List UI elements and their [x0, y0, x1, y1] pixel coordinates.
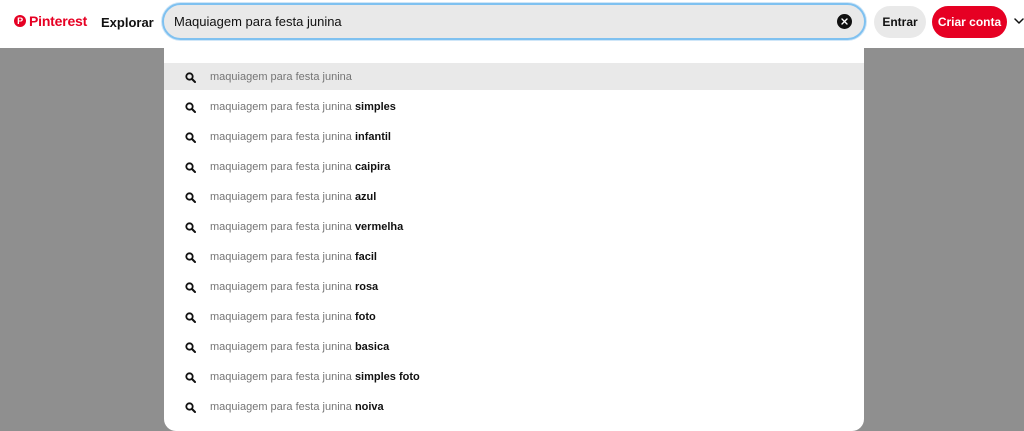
suggestion-prefix: maquiagem para festa junina [210, 190, 352, 203]
suggestion-item[interactable]: maquiagem para festa junina infantil [164, 123, 864, 150]
chevron-down-icon[interactable] [1013, 14, 1024, 28]
clear-search-icon[interactable] [837, 14, 852, 29]
logo-text: Pinterest [29, 13, 88, 29]
suggestion-suffix: simples [354, 100, 396, 113]
suggestion-prefix: maquiagem para festa junina [210, 130, 352, 143]
search-icon [185, 100, 197, 113]
search-suggestions-dropdown: maquiagem para festa junina maquiagem par… [164, 48, 864, 431]
suggestion-item[interactable]: maquiagem para festa junina azul [164, 183, 864, 210]
suggestion-item[interactable]: maquiagem para festa junina facil [164, 243, 864, 270]
suggestion-suffix: vermelha [354, 220, 404, 233]
search-icon [185, 70, 197, 83]
suggestion-text: maquiagem para festa junina azul [210, 191, 376, 203]
pinterest-icon: P [14, 15, 26, 27]
suggestion-text: maquiagem para festa junina caipira [210, 161, 390, 173]
search-icon [185, 130, 197, 143]
suggestion-suffix: infantil [354, 130, 391, 143]
suggestion-text: maquiagem para festa junina rosa [210, 281, 378, 293]
suggestion-suffix: facil [354, 250, 377, 263]
search-icon [185, 160, 197, 173]
search-icon [185, 400, 197, 413]
suggestion-text: maquiagem para festa junina simples [210, 101, 396, 113]
suggestion-item[interactable]: maquiagem para festa junina caipira [164, 153, 864, 180]
suggestion-prefix: maquiagem para festa junina [210, 280, 352, 293]
suggestion-item[interactable]: maquiagem para festa junina noiva [164, 393, 864, 420]
suggestion-prefix: maquiagem para festa junina [210, 340, 352, 353]
suggestion-item[interactable]: maquiagem para festa junina basica [164, 333, 864, 360]
suggestion-text: maquiagem para festa junina [210, 71, 352, 83]
signup-button[interactable]: Criar conta [932, 6, 1007, 38]
suggestion-suffix: azul [354, 190, 377, 203]
suggestion-prefix: maquiagem para festa junina [210, 400, 352, 413]
suggestion-prefix: maquiagem para festa junina [210, 100, 352, 113]
suggestion-prefix: maquiagem para festa junina [210, 220, 352, 233]
search-icon [185, 220, 197, 233]
top-header: P Pinterest Explorar Entrar Criar conta [0, 0, 1024, 48]
suggestion-prefix: maquiagem para festa junina [210, 70, 352, 83]
suggestion-text: maquiagem para festa junina facil [210, 251, 377, 263]
suggestion-item[interactable]: maquiagem para festa junina foto [164, 303, 864, 330]
suggestion-text: maquiagem para festa junina infantil [210, 131, 391, 143]
search-input[interactable] [174, 5, 824, 38]
suggestion-prefix: maquiagem para festa junina [210, 310, 352, 323]
suggestion-item[interactable]: maquiagem para festa junina simples foto [164, 363, 864, 390]
search-icon [185, 280, 197, 293]
suggestion-item[interactable]: maquiagem para festa junina rosa [164, 273, 864, 300]
search-icon [185, 250, 197, 263]
suggestion-text: maquiagem para festa junina vermelha [210, 221, 403, 233]
pinterest-logo[interactable]: P Pinterest [14, 12, 87, 30]
suggestion-suffix: caipira [354, 160, 391, 173]
search-icon [185, 310, 197, 323]
suggestion-text: maquiagem para festa junina foto [210, 311, 376, 323]
search-icon [185, 190, 197, 203]
suggestion-text: maquiagem para festa junina noiva [210, 401, 384, 413]
suggestion-prefix: maquiagem para festa junina [210, 370, 352, 383]
suggestion-prefix: maquiagem para festa junina [210, 160, 352, 173]
suggestion-suffix: rosa [354, 280, 379, 293]
suggestion-suffix: basica [354, 340, 390, 353]
suggestion-text: maquiagem para festa junina simples foto [210, 371, 420, 383]
suggestion-item[interactable]: maquiagem para festa junina vermelha [164, 213, 864, 240]
suggestion-text: maquiagem para festa junina basica [210, 341, 389, 353]
search-icon [185, 340, 197, 353]
search-icon [185, 370, 197, 383]
suggestion-item[interactable]: maquiagem para festa junina simples [164, 93, 864, 120]
suggestion-suffix: simples foto [354, 370, 420, 383]
suggestion-item[interactable]: maquiagem para festa junina [164, 63, 864, 90]
login-button[interactable]: Entrar [874, 6, 926, 38]
explore-link[interactable]: Explorar [101, 15, 154, 30]
suggestion-suffix: noiva [354, 400, 384, 413]
search-bar[interactable] [162, 3, 866, 40]
suggestion-prefix: maquiagem para festa junina [210, 250, 352, 263]
suggestion-suffix: foto [354, 310, 376, 323]
